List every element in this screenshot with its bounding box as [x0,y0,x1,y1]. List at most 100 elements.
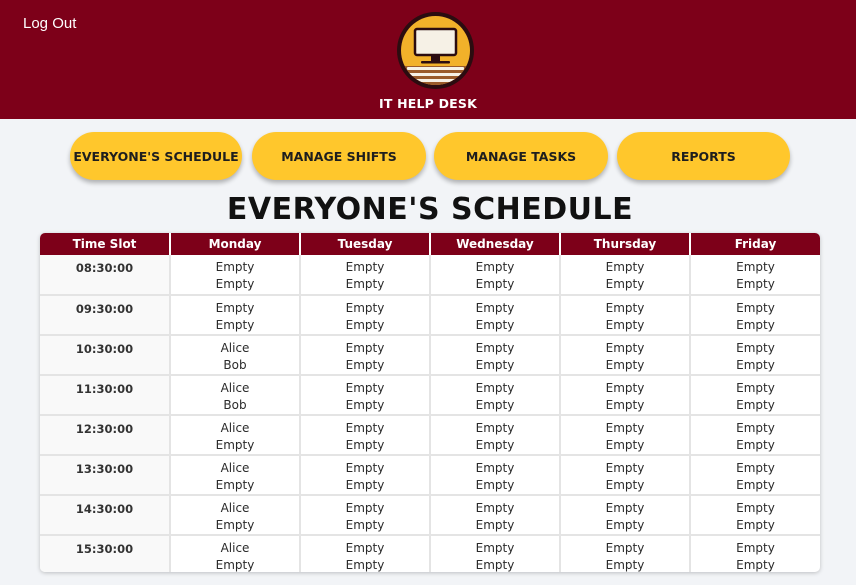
assigned-person: Empty [345,477,385,492]
column-header-friday: Friday [690,233,820,255]
assigned-person: Empty [736,300,775,315]
shift-cell-wednesday: Empty Empty [430,454,561,496]
assigned-person: Empty [345,340,385,355]
shift-cell-tuesday: Empty Empty [300,534,431,572]
assigned-person: Empty [475,460,515,475]
schedule-table: Time Slot Monday Tuesday Wednesday Thurs… [40,233,820,572]
shift-cell-monday: Alice Bob [170,374,301,416]
assigned-person: Empty [736,540,775,555]
assigned-person: Empty [605,260,645,274]
column-header-thursday: Thursday [560,233,691,255]
assigned-person: Empty [475,397,515,412]
logo-badge [401,16,470,85]
shift-cell-wednesday: Empty Empty [430,414,561,456]
schedule-table-container: Time Slot Monday Tuesday Wednesday Thurs… [40,233,820,572]
shift-cell-wednesday: Empty Empty [430,255,561,296]
shift-cell-wednesday: Empty Empty [430,294,561,336]
column-header-monday: Monday [170,233,301,255]
assigned-person: Alice [220,540,250,555]
shift-cell-thursday: Empty Empty [560,494,691,536]
shift-cell-tuesday: Empty Empty [300,454,431,496]
assigned-person: Empty [345,357,385,372]
brand-name: IT HELP DESK [378,96,477,111]
assigned-person: Empty [215,437,255,452]
shift-cell-friday: Empty Empty [690,454,820,496]
shift-cell-thursday: Empty Empty [560,454,691,496]
shift-cell-monday: Alice Empty [170,494,301,536]
computer-monitor-icon[interactable] [397,12,474,89]
shift-cell-wednesday: Empty Empty [430,534,561,572]
table-row: 15:30:00 Alice Empty Empty Empty Empty Empty Em… [40,534,820,572]
assigned-person: Empty [605,420,645,435]
header-bar: Log Out IT HELP DESK [0,0,856,119]
assigned-person: Empty [605,397,645,412]
assigned-person: Empty [736,557,775,572]
assigned-person: Empty [605,380,645,395]
assigned-person: Empty [736,477,775,492]
time-slot-cell: 08:30:00 [40,255,171,296]
shift-cell-tuesday: Empty Empty [300,255,431,296]
assigned-person: Empty [345,557,385,572]
assigned-person: Empty [345,317,385,332]
assigned-person: Empty [605,317,645,332]
shift-cell-friday: Empty Empty [690,294,820,336]
shift-cell-thursday: Empty Empty [560,534,691,572]
assigned-person: Empty [215,477,255,492]
assigned-person: Empty [345,380,385,395]
assigned-person: Empty [475,357,515,372]
nav-reports-button[interactable]: REPORTS [617,132,790,180]
assigned-person: Empty [736,460,775,475]
assigned-person: Empty [345,300,385,315]
nav-manage-shifts-button[interactable]: MANAGE SHIFTS [252,132,426,180]
schedule-body: 08:30:00 Empty Empty Empty Empty Empty Empty Em… [40,255,820,572]
assigned-person: Empty [475,277,515,291]
shift-cell-thursday: Empty Empty [560,255,691,296]
assigned-person: Empty [475,420,515,435]
shift-cell-wednesday: Empty Empty [430,374,561,416]
assigned-person: Empty [475,500,515,515]
page-title: EVERYONE'S SCHEDULE [226,192,634,227]
logout-link[interactable]: Log Out [23,15,76,32]
shift-cell-thursday: Empty Empty [560,294,691,336]
assigned-person: Empty [345,500,385,515]
table-row: 09:30:00 Empty Empty Empty Empty Empty Empty Em… [40,294,820,336]
assigned-person: Empty [475,437,515,452]
time-slot-cell: 09:30:00 [40,294,171,336]
table-row: 08:30:00 Empty Empty Empty Empty Empty Empty Em… [40,255,820,296]
assigned-person: Empty [475,300,515,315]
assigned-person: Empty [475,260,515,274]
column-header-wednesday: Wednesday [430,233,561,255]
assigned-person: Empty [345,437,385,452]
assigned-person: Empty [605,357,645,372]
shift-cell-tuesday: Empty Empty [300,374,431,416]
monitor-graphic [401,27,470,85]
assigned-person: Empty [605,557,645,572]
assigned-person: Empty [475,317,515,332]
assigned-person: Empty [345,517,385,532]
shift-cell-thursday: Empty Empty [560,334,691,376]
assigned-person: Empty [475,517,515,532]
assigned-person: Alice [220,420,250,435]
assigned-person: Empty [345,460,385,475]
assigned-person: Empty [736,420,775,435]
assigned-person: Empty [215,557,255,572]
assigned-person: Empty [605,500,645,515]
assigned-person: Empty [215,517,255,532]
column-header-time-slot: Time Slot [40,233,171,255]
assigned-person: Empty [605,300,645,315]
assigned-person: Empty [475,340,515,355]
assigned-person: Empty [605,477,645,492]
nav-everyones-schedule-button[interactable]: EVERYONE'S SCHEDULE [70,132,242,180]
shift-cell-wednesday: Empty Empty [430,334,561,376]
column-header-tuesday: Tuesday [300,233,431,255]
assigned-person: Empty [345,260,385,274]
assigned-person: Bob [223,397,247,412]
shift-cell-monday: Alice Bob [170,334,301,376]
assigned-person: Empty [345,397,385,412]
nav-manage-tasks-button[interactable]: MANAGE TASKS [434,132,608,180]
assigned-person: Empty [736,340,775,355]
assigned-person: Empty [475,557,515,572]
assigned-person: Empty [736,277,775,291]
assigned-person: Empty [605,460,645,475]
time-slot-cell: 13:30:00 [40,454,171,496]
